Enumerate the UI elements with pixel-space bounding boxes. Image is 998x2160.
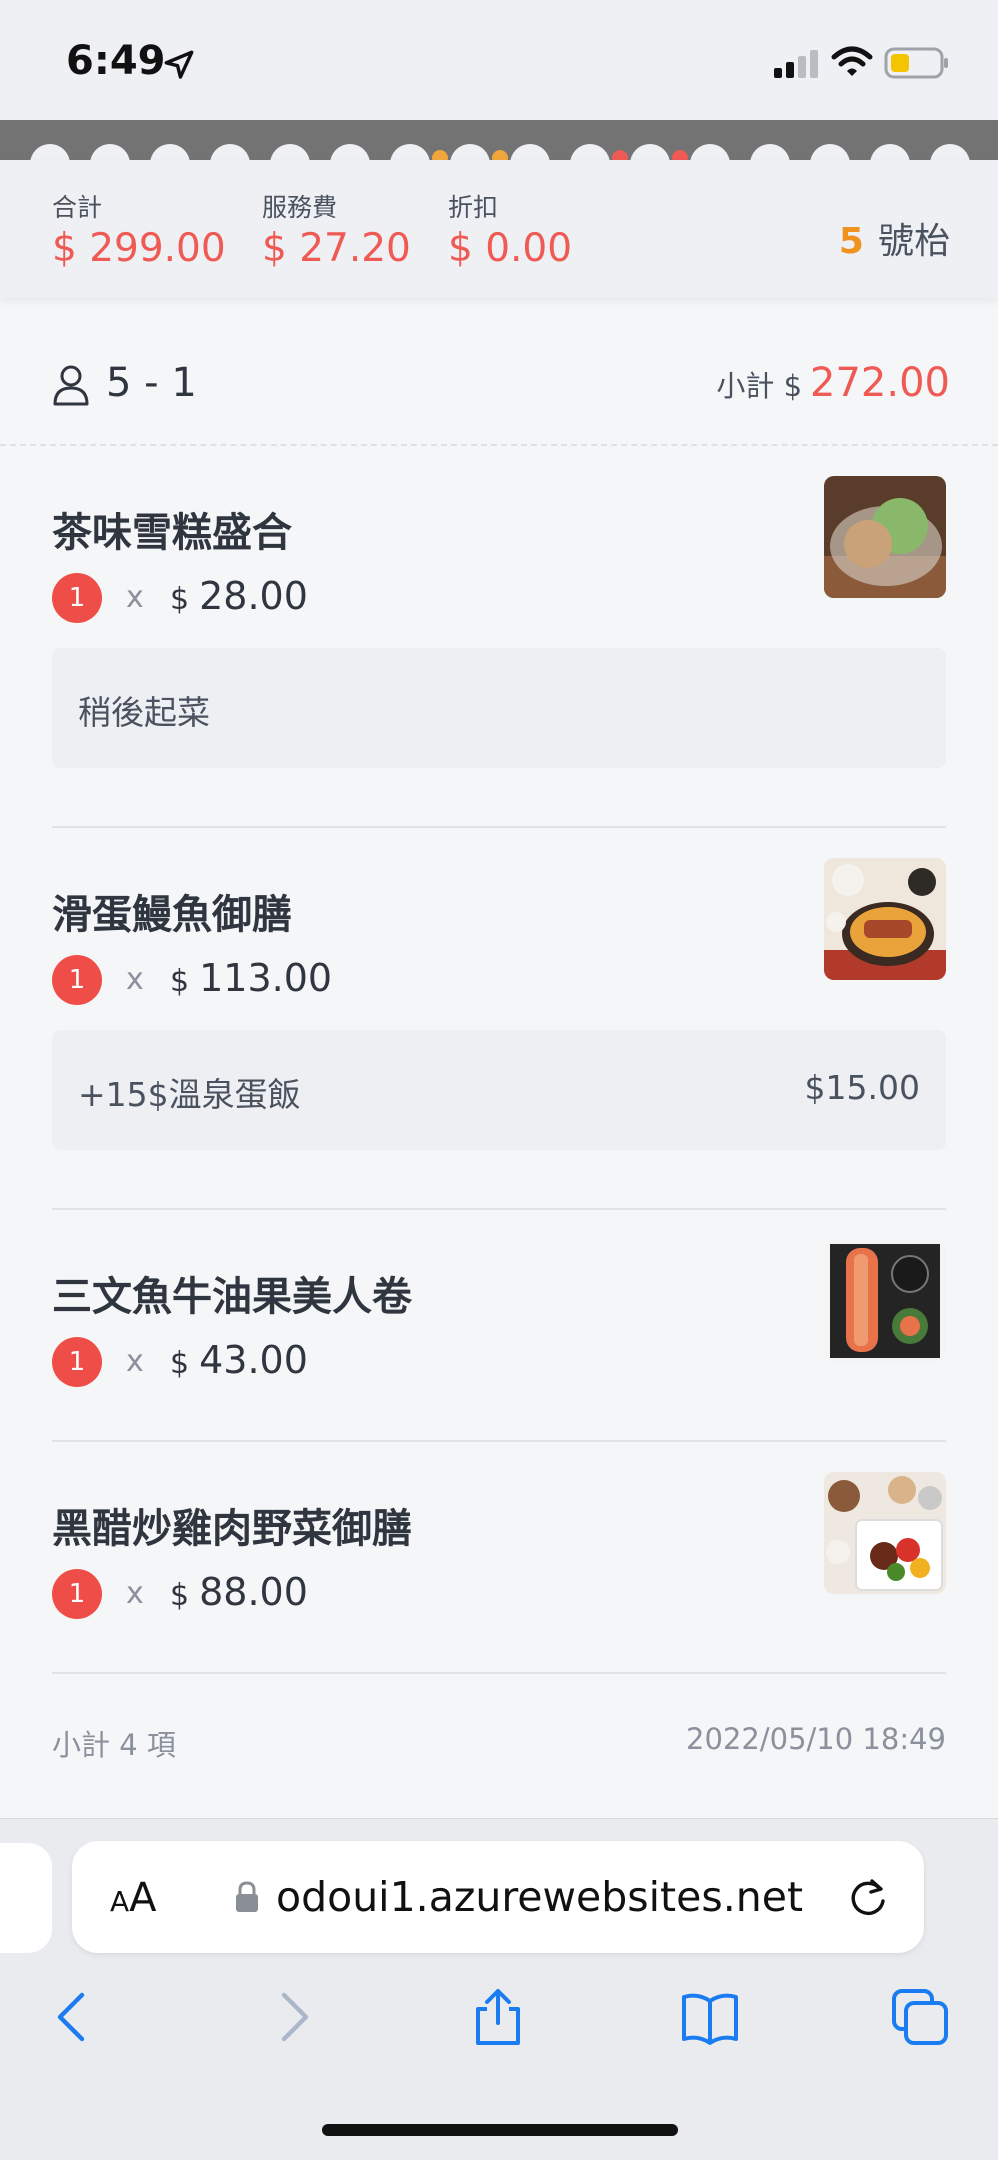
list-item[interactable]: 滑蛋鰻魚御膳 1 x $113.00 +15$溫泉蛋飯 $15.00 — [52, 858, 946, 1152]
subtotal-label: 小計 $ — [716, 369, 803, 403]
quantity-badge: 1 — [52, 955, 102, 1005]
item-name: 滑蛋鰻魚御膳 — [52, 892, 292, 938]
currency-symbol: $ — [170, 1346, 190, 1381]
matcha-ice-cream-photo — [824, 476, 946, 598]
guest-seat: 5 - 1 — [106, 360, 197, 406]
item-price-value: 113.00 — [199, 956, 333, 1000]
item-count: 小計 4 項 — [52, 1728, 176, 1762]
service-fee-value: $ 27.20 — [262, 226, 411, 271]
reload-icon[interactable] — [846, 1875, 890, 1919]
currency-symbol: $ — [170, 964, 190, 999]
item-price: $28.00 — [170, 574, 308, 618]
currency-symbol: $ — [170, 1578, 190, 1613]
item-option: +15$溫泉蛋飯 $15.00 — [52, 1030, 946, 1150]
list-item[interactable]: 茶味雪糕盛合 1 x $28.00 稍後起菜 — [52, 476, 946, 770]
list-item[interactable]: 黑醋炒雞肉野菜御膳 1 x $88.00 — [52, 1472, 946, 1636]
browser-toolbar: AA odoui1.azurewebsites.net — [0, 1818, 998, 2160]
text-size-small-a: A — [110, 1885, 130, 1918]
share-icon[interactable] — [468, 1987, 528, 2047]
status-bar: 6:49 — [0, 0, 998, 120]
table-number-value: 5 — [838, 221, 864, 262]
divider — [52, 1440, 946, 1442]
home-indicator — [322, 2124, 678, 2136]
reader-text-size-button[interactable]: AA — [110, 1875, 157, 1921]
order-card-header: 5 - 1 小計 $272.00 — [0, 326, 998, 446]
forward-chevron-icon[interactable] — [262, 1987, 322, 2047]
text-size-large-a: A — [129, 1875, 157, 1921]
address-bar[interactable]: AA odoui1.azurewebsites.net — [72, 1841, 924, 1953]
wifi-icon — [831, 46, 873, 76]
table-number-suffix: 號枱 — [877, 221, 950, 262]
divider — [52, 826, 946, 828]
times-sign: x — [126, 1344, 144, 1379]
quantity-badge: 1 — [52, 1569, 102, 1619]
item-note: 稍後起菜 — [52, 648, 946, 768]
unagi-set-photo — [824, 858, 946, 980]
item-option-text: +15$溫泉蛋飯 — [78, 1075, 301, 1114]
order-card: 5 - 1 小計 $272.00 茶味雪糕盛合 1 x $28.00 稍後起菜 … — [0, 326, 998, 1818]
times-sign: x — [126, 580, 144, 615]
item-price-value: 43.00 — [199, 1338, 308, 1382]
currency-symbol: $ — [170, 582, 190, 617]
quantity-badge: 1 — [52, 1337, 102, 1387]
order-subtotal: 小計 $272.00 — [716, 360, 950, 406]
status-time: 6:49 — [66, 38, 166, 84]
battery-icon — [884, 47, 948, 79]
url-text: odoui1.azurewebsites.net — [276, 1873, 804, 1921]
times-sign: x — [126, 1576, 144, 1611]
order-timestamp: 2022/05/10 18:49 — [686, 1722, 946, 1756]
person-icon — [53, 365, 89, 406]
tabs-icon[interactable] — [890, 1987, 950, 2047]
item-price: $113.00 — [170, 956, 332, 1000]
item-name: 茶味雪糕盛合 — [52, 510, 292, 556]
lock-icon — [236, 1881, 258, 1912]
totals-header: 合計 $ 299.00 服務費 $ 27.20 折扣 $ 0.00 5 號枱 — [0, 160, 998, 298]
item-name: 三文魚牛油果美人卷 — [52, 1274, 412, 1320]
bookmarks-book-icon[interactable] — [680, 1987, 740, 2047]
service-fee-label: 服務費 — [262, 193, 338, 222]
divider — [52, 1672, 946, 1674]
salmon-avocado-roll-photo — [824, 1240, 946, 1362]
item-note-text: 稍後起菜 — [78, 693, 210, 732]
item-price: $43.00 — [170, 1338, 308, 1382]
back-chevron-icon[interactable] — [44, 1987, 104, 2047]
times-sign: x — [126, 962, 144, 997]
discount-value: $ 0.00 — [448, 226, 573, 271]
item-option-price: $15.00 — [804, 1068, 920, 1107]
total-label: 合計 — [52, 193, 103, 222]
cellular-signal-icon — [774, 50, 818, 78]
discount-label: 折扣 — [448, 193, 499, 222]
item-price-value: 28.00 — [199, 574, 308, 618]
list-item[interactable]: 三文魚牛油果美人卷 1 x $43.00 — [52, 1240, 946, 1404]
item-price-value: 88.00 — [199, 1570, 308, 1614]
divider — [52, 1208, 946, 1210]
previous-tab-preview[interactable] — [0, 1843, 52, 1953]
total-value: $ 299.00 — [52, 226, 226, 271]
item-price: $88.00 — [170, 1570, 308, 1614]
item-name: 黑醋炒雞肉野菜御膳 — [52, 1506, 412, 1552]
scalloped-border — [0, 120, 998, 164]
location-arrow-icon — [164, 50, 194, 79]
table-number: 5 號枱 — [839, 212, 950, 264]
black-vinegar-chicken-set-photo — [824, 1472, 946, 1594]
quantity-badge: 1 — [52, 573, 102, 623]
subtotal-value: 272.00 — [810, 360, 950, 406]
